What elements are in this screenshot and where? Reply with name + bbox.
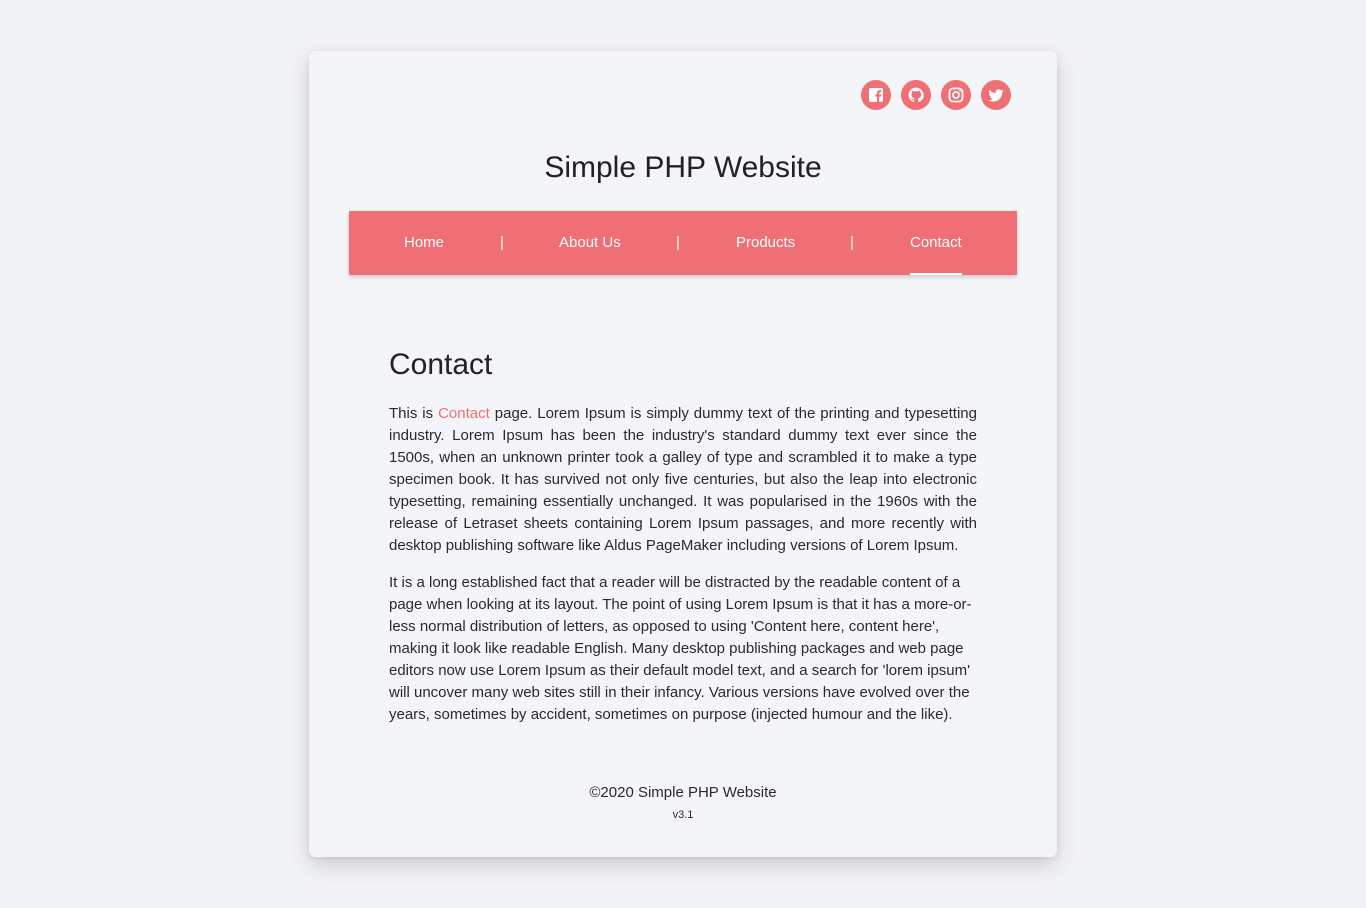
twitter-link[interactable] xyxy=(981,80,1011,110)
github-icon xyxy=(907,86,925,104)
twitter-icon xyxy=(987,86,1005,104)
github-link[interactable] xyxy=(901,80,931,110)
nav-separator: | xyxy=(676,234,680,251)
nav-about-us[interactable]: About Us xyxy=(559,211,621,275)
facebook-icon xyxy=(867,86,885,104)
page-name-highlight: Contact xyxy=(438,405,490,422)
main-content: Contact This is Contact page. Lorem Ipsu… xyxy=(389,347,977,741)
copyright-text: ©2020 Simple PHP Website xyxy=(589,784,777,801)
footer: ©2020 Simple PHP Website v3.1 xyxy=(309,784,1057,821)
nav-separator: | xyxy=(850,234,854,251)
page-card: Simple PHP Website Home | About Us | Pro… xyxy=(309,51,1057,857)
intro-prefix: This is xyxy=(389,405,439,422)
nav-contact[interactable]: Contact xyxy=(910,211,962,275)
nav-home[interactable]: Home xyxy=(404,211,444,275)
body-paragraph: It is a long established fact that a rea… xyxy=(389,574,972,723)
nav-separator: | xyxy=(500,234,504,251)
intro-paragraph: This is Contact page. Lorem Ipsum is sim… xyxy=(389,403,977,557)
facebook-link[interactable] xyxy=(861,80,891,110)
social-links xyxy=(861,80,1011,110)
instagram-icon xyxy=(947,86,965,104)
main-nav: Home | About Us | Products | Contact xyxy=(349,211,1017,275)
site-title: Simple PHP Website xyxy=(544,151,822,184)
intro-text: page. Lorem Ipsum is simply dummy text o… xyxy=(389,405,977,554)
page-heading: Contact xyxy=(389,348,493,381)
nav-products[interactable]: Products xyxy=(736,211,795,275)
instagram-link[interactable] xyxy=(941,80,971,110)
version-text: v3.1 xyxy=(672,809,694,821)
